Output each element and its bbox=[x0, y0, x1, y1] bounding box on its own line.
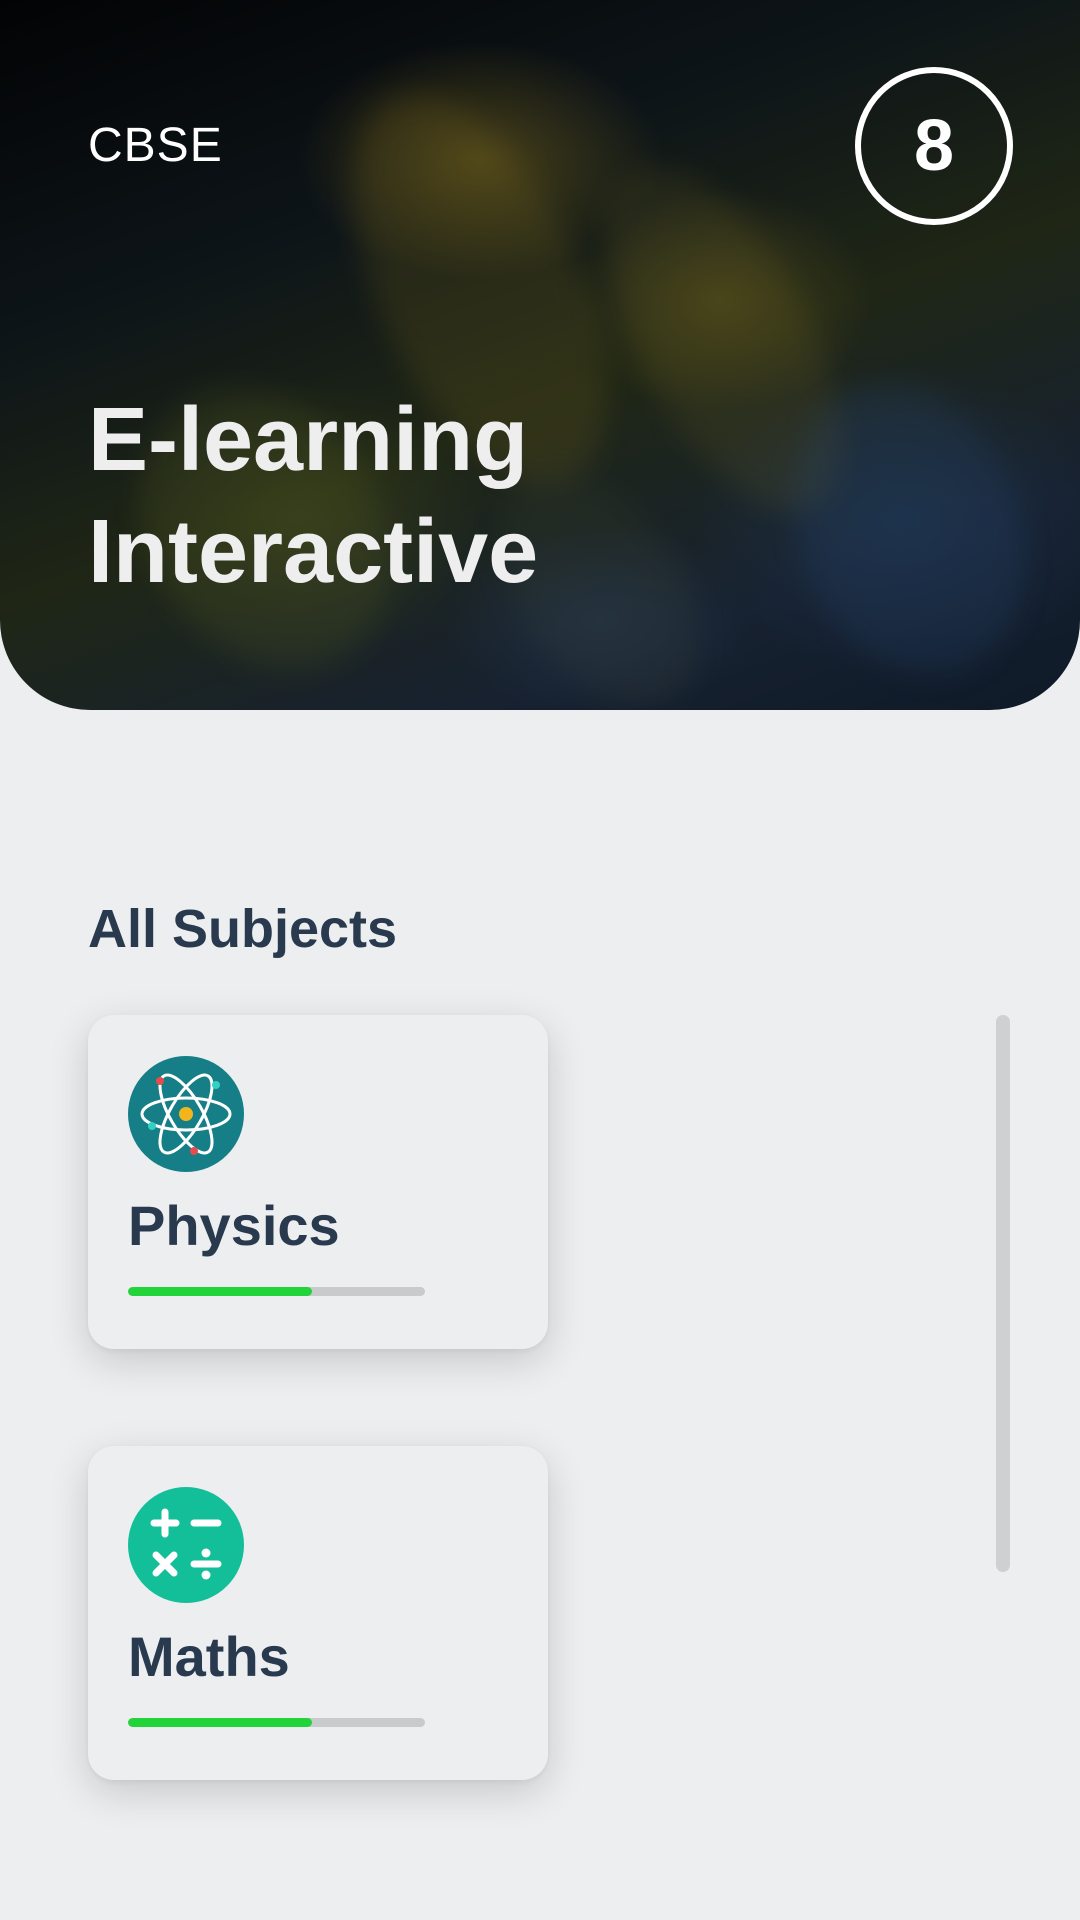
atom-icon bbox=[128, 1056, 244, 1172]
subject-progress-fill bbox=[128, 1287, 313, 1296]
section-title: All Subjects bbox=[88, 899, 398, 959]
app-screen: CBSE 8 E-learning Interactive All Subjec… bbox=[0, 0, 1080, 1920]
subject-progress-bar bbox=[128, 1287, 425, 1296]
grade-badge[interactable]: 8 bbox=[855, 67, 1013, 225]
subject-card-maths[interactable]: Maths bbox=[88, 1446, 548, 1780]
subject-label: Maths bbox=[128, 1625, 290, 1688]
vertical-scrollbar[interactable] bbox=[996, 1015, 1010, 1572]
subject-card-physics[interactable]: Physics bbox=[88, 1015, 548, 1349]
subject-progress-fill bbox=[128, 1718, 313, 1727]
math-operators-icon bbox=[128, 1487, 244, 1603]
header-banner: CBSE 8 E-learning Interactive bbox=[0, 0, 1080, 710]
subject-progress-bar bbox=[128, 1718, 425, 1727]
board-label: CBSE bbox=[88, 119, 223, 172]
subject-label: Physics bbox=[128, 1194, 340, 1257]
app-title: E-learning Interactive bbox=[88, 390, 539, 602]
